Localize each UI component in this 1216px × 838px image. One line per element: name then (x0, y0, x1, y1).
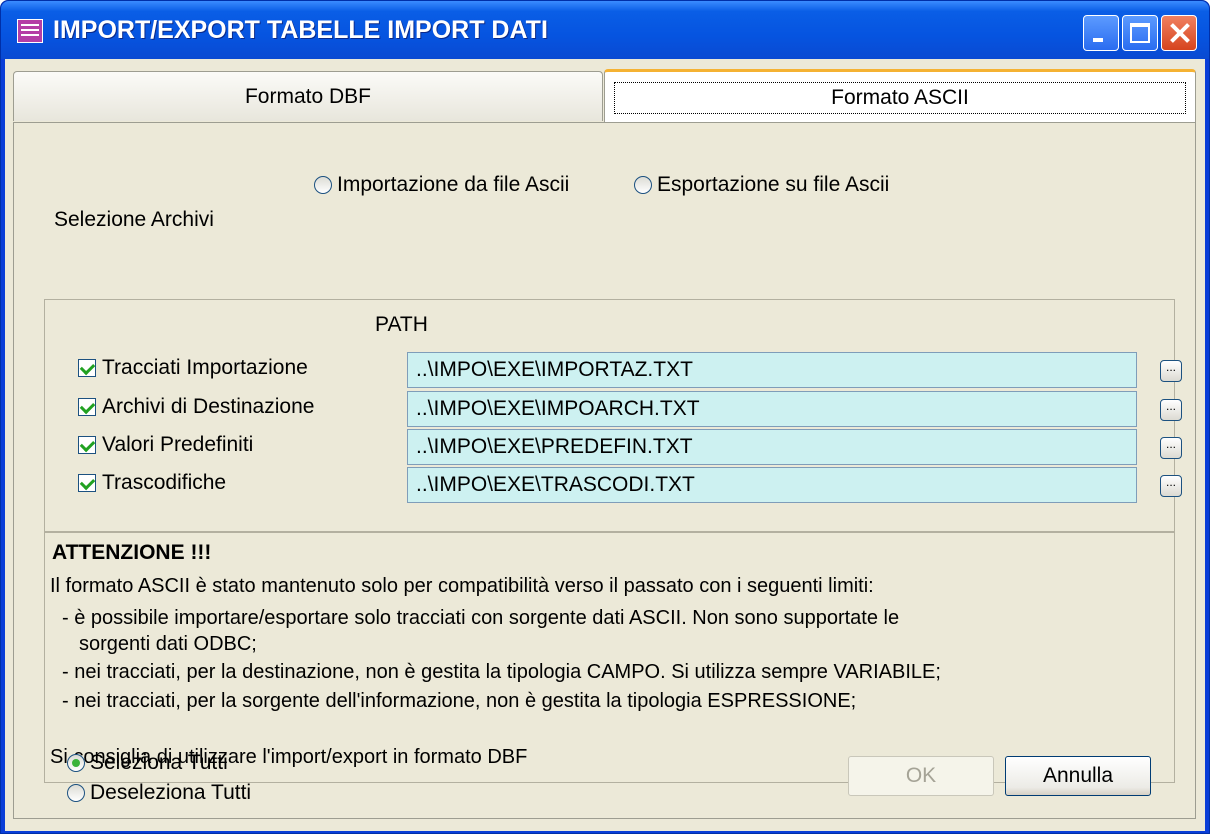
archives-group: PATH Tracciati Importazione ..\IMPO\EXE\… (44, 299, 1182, 532)
path-field-archivi[interactable]: ..\IMPO\EXE\IMPOARCH.TXT (407, 391, 1137, 427)
deselect-all-label: Deseleziona Tutti (90, 781, 252, 804)
warning-bullet-3: - nei tracciati, per la sorgente dell'in… (62, 690, 857, 712)
browse-button-trascodifiche[interactable]: ... (1160, 475, 1182, 497)
minimize-button[interactable] (1083, 15, 1119, 51)
path-field-trascodifiche[interactable]: ..\IMPO\EXE\TRASCODI.TXT (407, 467, 1137, 503)
path-header: PATH (375, 313, 428, 336)
checkbox-archivi-destinazione[interactable]: Archivi di Destinazione (78, 395, 314, 419)
checkbox-box (78, 359, 96, 377)
checkbox-label: Valori Predefiniti (102, 433, 254, 456)
checkbox-label: Archivi di Destinazione (102, 395, 315, 418)
tab-formato-ascii[interactable]: Formato ASCII (604, 69, 1196, 123)
close-button[interactable] (1161, 15, 1197, 51)
select-all-label: Seleziona Tutti (90, 751, 228, 774)
export-radio[interactable]: Esportazione su file Ascii (634, 173, 889, 197)
annulla-button[interactable]: Annulla (1005, 756, 1151, 796)
checkbox-box (78, 398, 96, 416)
browse-button-archivi[interactable]: ... (1160, 399, 1182, 421)
browse-button-valori[interactable]: ... (1160, 437, 1182, 459)
tab-panel-ascii: Importazione da file Ascii Esportazione … (13, 122, 1196, 819)
checkbox-label: Tracciati Importazione (102, 356, 308, 379)
path-field-valori[interactable]: ..\IMPO\EXE\PREDEFIN.TXT (407, 429, 1137, 465)
tab-label: Formato DBF (244, 84, 372, 108)
export-radio-label: Esportazione su file Ascii (657, 173, 890, 196)
dialog-window: IMPORT/EXPORT TABELLE IMPORT DATI Format… (0, 0, 1210, 834)
warning-bullet-2: - nei tracciati, per la destinazione, no… (62, 661, 941, 683)
window-title: IMPORT/EXPORT TABELLE IMPORT DATI (53, 16, 548, 44)
radio-indicator-selected (67, 754, 85, 772)
checkbox-tracciati-importazione[interactable]: Tracciati Importazione (78, 356, 308, 380)
warning-bullet-1: - è possibile importare/esportare solo t… (62, 607, 900, 629)
browse-button-tracciati[interactable]: ... (1160, 360, 1182, 382)
path-field-tracciati[interactable]: ..\IMPO\EXE\IMPORTAZ.TXT (407, 352, 1137, 388)
warning-box: ATTENZIONE !!! Il formato ASCII è stato … (44, 532, 1175, 783)
checkbox-box (78, 436, 96, 454)
checkbox-valori-predefiniti[interactable]: Valori Predefiniti (78, 433, 253, 457)
app-icon (17, 19, 43, 43)
radio-indicator (634, 176, 652, 194)
tab-label: Formato ASCII (614, 81, 1186, 114)
title-bar[interactable]: IMPORT/EXPORT TABELLE IMPORT DATI (1, 1, 1209, 59)
ok-button[interactable]: OK (848, 756, 994, 796)
dialog-client-area: Formato DBF Formato ASCII Importazione d… (5, 59, 1205, 831)
checkbox-trascodifiche[interactable]: Trascodifiche (78, 471, 226, 495)
tab-formato-dbf[interactable]: Formato DBF (13, 71, 603, 121)
import-radio[interactable]: Importazione da file Ascii (314, 173, 569, 197)
checkbox-label: Trascodifiche (102, 471, 227, 494)
warning-bullet-1-cont: sorgenti dati ODBC; (79, 633, 257, 655)
maximize-button[interactable] (1122, 15, 1158, 51)
deselect-all-radio[interactable]: Deseleziona Tutti (67, 781, 251, 805)
warning-intro: Il formato ASCII è stato mantenuto solo … (50, 575, 874, 597)
radio-indicator (67, 784, 85, 802)
select-all-radio[interactable]: Seleziona Tutti (67, 751, 228, 775)
warning-title: ATTENZIONE !!! (52, 541, 212, 564)
import-radio-label: Importazione da file Ascii (337, 173, 570, 196)
section-label-archivi: Selezione Archivi (54, 208, 214, 231)
checkbox-box (78, 474, 96, 492)
radio-indicator (314, 176, 332, 194)
